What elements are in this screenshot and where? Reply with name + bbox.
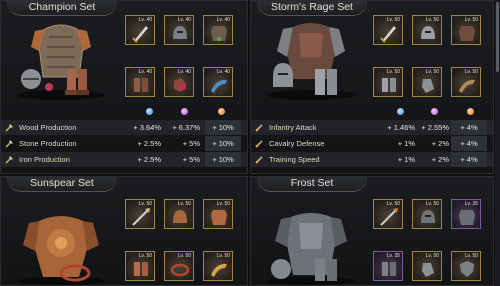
chest-armor-icon xyxy=(211,210,227,225)
gauntlet-icon xyxy=(422,79,434,93)
orange-gem-icon xyxy=(218,108,225,115)
purple-gem-icon xyxy=(181,108,188,115)
equipment-slot[interactable]: Lv. 50 xyxy=(451,67,481,97)
equipment-slot[interactable]: Lv. 50 xyxy=(164,199,194,229)
horn-icon xyxy=(459,79,475,93)
champion-armor-set-image xyxy=(17,24,105,100)
set-title: Sunspear Set xyxy=(7,177,117,192)
equipment-slot-purple[interactable]: Lv. 35 xyxy=(373,251,403,281)
equipment-slot[interactable]: Lv. 40 xyxy=(203,15,233,45)
blue-gem-icon xyxy=(146,108,153,115)
set-panel-champion[interactable]: Champion Set Lv. 40 Lv. 40 Lv. 40 Lv. 40… xyxy=(0,0,248,174)
set-panel-sunspear[interactable]: Sunspear Set Lv. 50 Lv. 50 Lv. 50 Lv. 50… xyxy=(0,176,248,286)
purple-gem-icon xyxy=(431,108,438,115)
axe-icon xyxy=(5,124,13,132)
set-panel-frost[interactable]: Frost Set Lv. 50 Lv. 50 Lv. 35 Lv. 35 Lv… xyxy=(250,176,494,286)
stat-row: Wood Production + 3.64% + 6.37% + 10% xyxy=(1,120,247,135)
gem-tier-row xyxy=(251,108,493,116)
equipment-slot[interactable]: Lv. 50 xyxy=(203,251,233,281)
spear-icon xyxy=(132,208,150,226)
helmet-icon xyxy=(173,210,187,223)
equipment-slot[interactable]: Lv. 50 xyxy=(451,251,481,281)
stat-row: Cavalry Defense + 1% + 2% + 4% xyxy=(251,136,493,151)
boots-icon xyxy=(134,78,148,92)
frost-armor-set-image xyxy=(267,213,355,285)
equipment-slot[interactable]: Lv. 50 xyxy=(125,251,155,281)
spear-icon xyxy=(380,208,398,226)
storms-rage-armor-set-image xyxy=(267,23,355,100)
equipment-slot[interactable]: Lv. 50 xyxy=(164,251,194,281)
shield-icon xyxy=(460,261,474,277)
helmet-icon xyxy=(421,210,435,223)
equipment-slot[interactable]: Lv. 50 xyxy=(373,15,403,45)
sunspear-armor-set-image xyxy=(17,216,105,285)
belt-icon xyxy=(170,263,190,277)
chest-armor-icon xyxy=(211,26,227,41)
set-title: Champion Set xyxy=(7,1,117,16)
horn-icon xyxy=(211,79,227,93)
sword-icon xyxy=(380,26,396,43)
stat-row: Training Speed + 1% + 2% + 4% xyxy=(251,152,493,167)
axe-icon xyxy=(5,156,13,164)
gem-tier-row xyxy=(1,108,247,116)
scrollbar[interactable] xyxy=(495,0,500,286)
equipment-slot[interactable]: Lv. 40 xyxy=(125,15,155,45)
equipment-slot-purple[interactable]: Lv. 35 xyxy=(451,199,481,229)
boots-icon xyxy=(382,262,396,276)
equipment-slot[interactable]: Lv. 50 xyxy=(412,67,442,97)
boots-icon xyxy=(134,262,148,276)
set-title: Frost Set xyxy=(257,177,367,192)
equipment-slot[interactable]: Lv. 50 xyxy=(125,199,155,229)
gloves-icon xyxy=(174,78,186,92)
equipment-slot[interactable]: Lv. 40 xyxy=(125,67,155,97)
sword-stat-icon xyxy=(255,124,263,132)
stat-row: Stone Production + 2.5% + 5% + 10% xyxy=(1,136,247,151)
set-panel-storms-rage[interactable]: Storm's Rage Set Lv. 50 Lv. 50 Lv. 50 Lv… xyxy=(250,0,494,174)
gauntlet-icon xyxy=(422,263,434,277)
scrollbar-thumb[interactable] xyxy=(496,2,499,72)
stat-row: Iron Production + 2.5% + 5% + 10% xyxy=(1,152,247,167)
helmet-icon xyxy=(173,26,187,39)
sword-stat-icon xyxy=(255,140,263,148)
greaves-icon xyxy=(382,78,396,92)
equipment-slot[interactable]: Lv. 40 xyxy=(164,15,194,45)
equipment-slot[interactable]: Lv. 50 xyxy=(412,15,442,45)
equipment-slot[interactable]: Lv. 40 xyxy=(203,67,233,97)
equipment-slot[interactable]: Lv. 40 xyxy=(164,67,194,97)
sword-icon xyxy=(132,26,148,43)
blue-gem-icon xyxy=(397,108,404,115)
helmet-icon xyxy=(421,26,435,39)
sword-stat-icon xyxy=(255,156,263,164)
equipment-slot[interactable]: Lv. 50 xyxy=(412,251,442,281)
equipment-slot[interactable]: Lv. 50 xyxy=(412,199,442,229)
axe-icon xyxy=(5,140,13,148)
orange-gem-icon xyxy=(467,108,474,115)
stat-row: Infantry Attack + 1.46% + 2.55% + 4% xyxy=(251,120,493,135)
equipment-slot[interactable]: Lv. 50 xyxy=(373,67,403,97)
equipment-slot[interactable]: Lv. 50 xyxy=(203,199,233,229)
equipment-slot[interactable]: Lv. 50 xyxy=(373,199,403,229)
equipment-slot[interactable]: Lv. 50 xyxy=(451,15,481,45)
horn-icon xyxy=(211,263,227,277)
set-title: Storm's Rage Set xyxy=(257,1,367,16)
chest-armor-icon xyxy=(459,26,475,41)
chest-armor-icon xyxy=(459,210,475,225)
